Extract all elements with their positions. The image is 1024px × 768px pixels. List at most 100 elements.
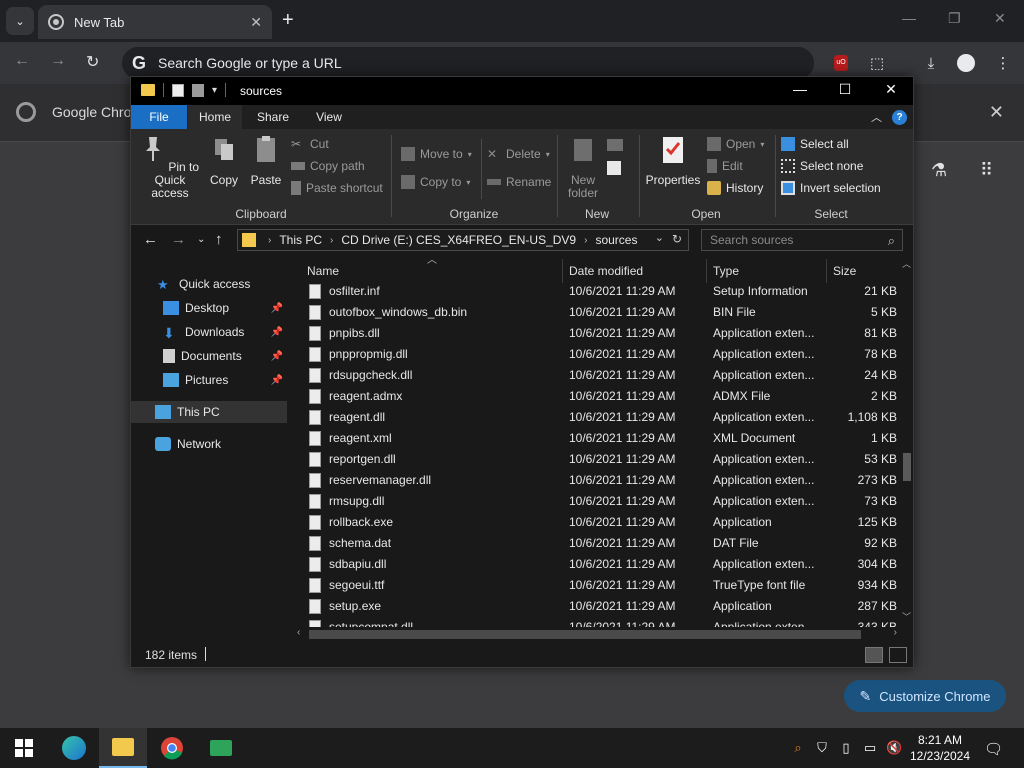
recent-locations-chevron-icon[interactable]: ⌄ — [197, 234, 205, 245]
notification-icon[interactable]: 🗨 — [984, 740, 1003, 758]
vertical-scrollbar[interactable]: ︿ ﹀ — [901, 257, 913, 623]
table-row[interactable]: sdbapiu.dll 10/6/2021 11:29 AM Application… — [297, 554, 897, 575]
nav-quick-access[interactable]: ★ Quick access — [131, 273, 287, 295]
nav-desktop[interactable]: Desktop 📌 — [131, 297, 287, 319]
address-dropdown-icon[interactable]: ⌄ — [655, 231, 664, 244]
minimize-icon[interactable]: — — [902, 10, 916, 26]
extensions-puzzle-icon[interactable]: ⬚ — [866, 52, 888, 74]
table-row[interactable]: segoeui.ttf 10/6/2021 11:29 AM TrueType fo… — [297, 575, 897, 596]
back-arrow-icon[interactable]: ← — [143, 231, 158, 248]
explorer-close-icon[interactable]: ✕ — [876, 81, 906, 98]
close-tab-icon[interactable]: ✕ — [250, 14, 262, 31]
column-header-size[interactable]: Size — [833, 259, 856, 283]
table-row[interactable]: reservemanager.dll 10/6/2021 11:29 AM Appl… — [297, 470, 897, 491]
properties-qat-icon[interactable] — [172, 83, 184, 97]
scroll-up-icon[interactable]: ︿ — [902, 257, 911, 270]
new-folder-qat-icon[interactable] — [192, 83, 204, 97]
copy-to-button[interactable]: Copy to ▾ — [401, 173, 470, 191]
table-row[interactable]: reportgen.dll 10/6/2021 11:29 AM Applicati… — [297, 449, 897, 470]
table-row[interactable]: rollback.exe 10/6/2021 11:29 AM Applicatio… — [297, 512, 897, 533]
clock[interactable]: 8:21 AM 12/23/2024 — [908, 732, 972, 764]
select-all-button[interactable]: Select all — [781, 135, 849, 153]
refresh-icon[interactable]: ↻ — [672, 232, 682, 246]
invert-selection-button[interactable]: Invert selection — [781, 179, 881, 197]
open-button[interactable]: Open ▾ — [707, 135, 764, 153]
table-row[interactable]: reagent.admx 10/6/2021 11:29 AM ADMX File 2… — [297, 386, 897, 407]
table-row[interactable]: rdsupgcheck.dll 10/6/2021 11:29 AM Applica… — [297, 365, 897, 386]
taskbar-app[interactable] — [197, 728, 245, 768]
google-apps-grid-icon[interactable]: ⠿ — [980, 160, 993, 181]
column-header-date-modified[interactable]: Date modified — [569, 259, 643, 283]
download-icon[interactable]: ⤓ — [920, 52, 942, 74]
column-header-type[interactable]: Type — [713, 259, 739, 283]
properties-button[interactable]: Properties — [643, 133, 703, 187]
nav-documents[interactable]: Documents 📌 — [131, 345, 287, 367]
paste-button[interactable]: Paste — [249, 133, 283, 187]
rename-button[interactable]: Rename — [487, 173, 551, 191]
new-folder-button[interactable]: New folder — [563, 133, 603, 200]
horizontal-scrollbar-thumb[interactable] — [309, 630, 861, 639]
nav-this-pc[interactable]: This PC — [131, 401, 287, 423]
collapse-ribbon-icon[interactable]: ︿ — [871, 109, 882, 125]
scroll-left-icon[interactable]: ‹ — [297, 627, 300, 638]
back-arrow-icon[interactable]: ← — [14, 52, 30, 70]
volume-muted-icon[interactable]: 🔇 — [886, 740, 902, 756]
scrollbar-thumb[interactable] — [903, 453, 911, 481]
scroll-right-icon[interactable]: › — [894, 627, 897, 638]
forward-arrow-icon[interactable]: → — [171, 231, 186, 248]
table-row[interactable]: pnpibs.dll 10/6/2021 11:29 AM Application … — [297, 323, 897, 344]
taskbar-edge[interactable] — [50, 728, 98, 768]
copy-path-button[interactable]: Copy path — [291, 157, 365, 175]
table-row[interactable]: outofbox_windows_db.bin 10/6/2021 11:29 A… — [297, 302, 897, 323]
column-divider[interactable] — [826, 259, 827, 283]
nav-downloads[interactable]: ⬇ Downloads 📌 — [131, 321, 287, 343]
easy-access-icon[interactable] — [607, 161, 621, 175]
tab-search-button[interactable]: ⌄ — [6, 7, 34, 35]
network-tray-icon[interactable]: ▭ — [862, 740, 878, 756]
search-input[interactable]: Search sources ⌕ — [701, 229, 903, 251]
details-view-icon[interactable] — [865, 647, 883, 663]
column-header-name[interactable]: Name — [307, 259, 339, 283]
column-divider[interactable] — [562, 259, 563, 283]
table-row[interactable]: setup.exe 10/6/2021 11:29 AM Application 28… — [297, 596, 897, 617]
copy-button[interactable]: Copy — [207, 133, 241, 187]
select-none-button[interactable]: Select none — [781, 157, 863, 175]
large-icons-view-icon[interactable] — [889, 647, 907, 663]
pin-to-quick-access-button[interactable]: Pin to Quick access — [137, 133, 203, 200]
forward-arrow-icon[interactable]: → — [50, 52, 66, 70]
usb-icon[interactable]: ▯ — [838, 740, 854, 756]
tab-view[interactable]: View — [311, 105, 347, 129]
edit-button[interactable]: Edit — [707, 157, 743, 175]
help-icon[interactable]: ? — [892, 109, 907, 125]
taskbar-file-explorer[interactable] — [99, 728, 147, 768]
close-infobar-icon[interactable]: ✕ — [989, 102, 1004, 123]
table-row[interactable]: schema.dat 10/6/2021 11:29 AM DAT File 92 K… — [297, 533, 897, 554]
ublock-extension-icon[interactable]: uO — [830, 52, 852, 74]
delete-button[interactable]: ✕ Delete ▾ — [487, 145, 550, 163]
tab-home[interactable]: Home — [188, 105, 242, 129]
up-arrow-icon[interactable]: ↑ — [215, 231, 223, 248]
table-row[interactable]: reagent.xml 10/6/2021 11:29 AM XML Documen… — [297, 428, 897, 449]
new-item-icon[interactable] — [607, 139, 623, 151]
table-row[interactable]: reagent.dll 10/6/2021 11:29 AM Application… — [297, 407, 897, 428]
new-tab-button[interactable]: + — [282, 9, 294, 31]
taskbar-chrome[interactable] — [148, 728, 196, 768]
search-tray-icon[interactable]: ⌕ — [790, 740, 806, 756]
restore-icon[interactable]: ❐ — [948, 10, 961, 27]
tab-file[interactable]: File — [131, 105, 187, 129]
paste-shortcut-button[interactable]: Paste shortcut — [291, 179, 383, 197]
customize-chrome-button[interactable]: ✎ Customize Chrome — [844, 680, 1006, 712]
scroll-down-icon[interactable]: ﹀ — [902, 610, 911, 623]
horizontal-scrollbar[interactable]: ‹ › — [297, 627, 897, 641]
chrome-labs-flask-icon[interactable]: ⚗ — [931, 160, 947, 181]
omnibox[interactable]: G Search Google or type a URL — [122, 47, 814, 79]
history-button[interactable]: History — [707, 179, 763, 197]
close-window-icon[interactable]: ✕ — [994, 10, 1006, 27]
start-button[interactable] — [0, 728, 48, 768]
customize-qat-arrow-icon[interactable]: ▾ — [212, 85, 217, 96]
table-row[interactable]: pnppropmig.dll 10/6/2021 11:29 AM Applicat… — [297, 344, 897, 365]
table-row[interactable]: rmsupg.dll 10/6/2021 11:29 AM Application … — [297, 491, 897, 512]
address-bar[interactable]: › This PC › CD Drive (E:) CES_X64FREO_EN… — [237, 229, 689, 251]
table-row[interactable]: setupcompat.dll 10/6/2021 11:29 AM Applica… — [297, 617, 897, 627]
move-to-button[interactable]: Move to ▾ — [401, 145, 472, 163]
